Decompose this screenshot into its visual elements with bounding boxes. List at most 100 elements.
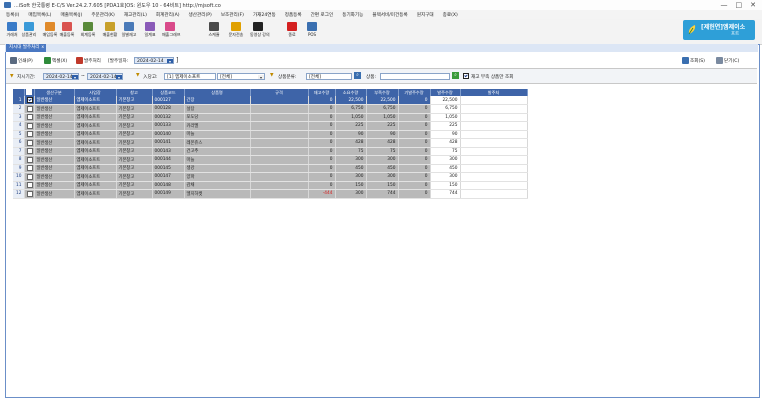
toolbar-button[interactable]: 매입등록	[42, 21, 58, 43]
column-header[interactable]: 부족수량	[366, 89, 399, 96]
column-header[interactable]: 규격	[250, 89, 309, 96]
table-row[interactable]: 8 일반생산 엠제이소프트 기본창고 000144 마늘 0 300 300 0 300	[13, 155, 528, 165]
row-checkbox[interactable]	[26, 165, 33, 171]
toolbar-button[interactable]: 스케쥴	[206, 21, 222, 43]
cell-vendor[interactable]	[460, 138, 528, 148]
cell-qty[interactable]: 6,750	[430, 104, 461, 114]
menu-item[interactable]: 간편 로그인	[311, 12, 334, 18]
row-checkbox[interactable]	[26, 190, 33, 197]
calendar-dropdown-icon[interactable]: ▾	[167, 58, 173, 63]
table-row[interactable]: 5 일반생산 엠제이소프트 기본창고 000140 마늘 0 90 90 0 90	[13, 130, 528, 139]
row-checkbox[interactable]	[26, 139, 33, 146]
menu-item[interactable]: 생산관리(P)	[189, 12, 212, 18]
cell-qty[interactable]: 90	[430, 130, 461, 139]
cell-qty[interactable]: 300	[430, 155, 461, 165]
toolbar-button[interactable]: 회계등록	[80, 21, 96, 43]
menu-item[interactable]: 재고관리(L)	[124, 12, 147, 18]
minimize-button[interactable]: —	[721, 1, 728, 9]
cell-vendor[interactable]	[460, 121, 528, 131]
toolbar-button[interactable]: 매출그래프	[162, 21, 180, 43]
close-button[interactable]: 닫기(C)	[716, 56, 739, 65]
toolbar-button[interactable]: 매출현황	[102, 21, 118, 43]
menu-item[interactable]: 매출목록(J)	[60, 12, 82, 18]
row-checkbox[interactable]	[26, 122, 33, 129]
table-row[interactable]: 2 일반생산 엠제이소프트 기본창고 000128 설탕 0 6,750 6,750 0 6,750	[13, 104, 528, 114]
table-row[interactable]: 10 일반생산 엠제이소프트 기본창고 000147 양파 0 300 300 0 300	[13, 172, 528, 182]
order-process-button[interactable]: 발주처리	[76, 56, 101, 65]
menu-item[interactable]: 플렉서비/미건등록	[372, 12, 407, 18]
toolbar-button[interactable]: 상품관리	[21, 21, 37, 43]
stock-shortage-checkbox[interactable]	[463, 73, 469, 80]
toolbar-button[interactable]: POS	[304, 21, 320, 43]
column-header[interactable]: 창고	[116, 89, 153, 96]
row-checkbox-cell[interactable]	[24, 96, 35, 105]
date-to-input[interactable]: 2024-02-14 ▾	[87, 73, 123, 80]
cell-qty[interactable]: 300	[430, 172, 461, 182]
table-row[interactable]: 9 일반생산 엠제이소프트 기본창고 000145 생강 0 450 450 0 450	[13, 164, 528, 173]
row-checkbox-cell[interactable]	[24, 104, 35, 114]
cell-qty[interactable]: 22,500	[430, 96, 461, 105]
table-row[interactable]: 1 일반생산 엠제이소프트 기본창고 000127 간장 0 22,500 22,500 0 22,…	[13, 96, 528, 105]
cell-vendor[interactable]	[460, 155, 528, 165]
cell-vendor[interactable]	[460, 164, 528, 173]
menu-item[interactable]: 정품등록	[285, 12, 302, 18]
toolbar-button[interactable]: 일계표	[142, 21, 158, 43]
menu-item[interactable]: 보조관리(F)	[221, 12, 244, 18]
menu-item[interactable]: 등록(I)	[6, 12, 19, 18]
row-checkbox-cell[interactable]	[24, 181, 35, 190]
tab-order-processing[interactable]: 지시대 발주처리 x	[6, 44, 46, 52]
row-checkbox-cell[interactable]	[24, 113, 35, 122]
column-header[interactable]: 상품코드	[152, 89, 185, 96]
vendor-dropdown-icon[interactable]: ▾	[258, 74, 264, 79]
table-row[interactable]: 3 일반생산 엠제이소프트 기본창고 000132 포도당 0 1,050 1,050 0 1,05…	[13, 113, 528, 122]
cell-vendor[interactable]	[460, 96, 528, 105]
column-header[interactable]	[13, 89, 25, 96]
table-row[interactable]: 11 일반생산 엠제이소프트 기본창고 000148 감채 0 150 150 0 150	[13, 181, 528, 190]
excel-button[interactable]: 엑셀(X)	[44, 56, 67, 65]
date-from-input[interactable]: 2024-02-14 ▾	[43, 73, 79, 80]
print-button[interactable]: 인쇄(P)	[10, 56, 33, 65]
column-header[interactable]: 사업장	[74, 89, 117, 96]
column-header[interactable]: 재고수량	[308, 89, 336, 96]
cell-vendor[interactable]	[460, 189, 528, 199]
row-checkbox[interactable]	[26, 96, 33, 103]
menu-item[interactable]: 주문관리(K)	[91, 12, 115, 18]
row-checkbox[interactable]	[26, 156, 33, 163]
row-checkbox[interactable]	[26, 105, 33, 112]
cell-vendor[interactable]	[460, 181, 528, 190]
table-row[interactable]: 7 일반생산 엠제이소프트 기본창고 000143 건고추 0 75 75 0 75	[13, 147, 528, 156]
menu-item[interactable]: 종료(X)	[443, 12, 458, 18]
column-header[interactable]: 발주수량	[430, 89, 461, 96]
category-search-icon[interactable]: ⌕	[354, 72, 361, 79]
row-checkbox[interactable]	[26, 173, 33, 180]
brand-logo[interactable]: [제헌연]엠제이소 프트	[683, 20, 755, 40]
menu-item[interactable]: 가재24연동	[253, 12, 276, 18]
row-checkbox[interactable]	[26, 148, 33, 154]
column-header[interactable]	[24, 89, 35, 96]
row-checkbox-cell[interactable]	[24, 189, 35, 199]
menu-item[interactable]: 동기화기능	[342, 12, 363, 18]
cell-qty[interactable]: 150	[430, 181, 461, 190]
row-checkbox-cell[interactable]	[24, 121, 35, 131]
table-row[interactable]: 4 일반생산 엠제이소프트 기본창고 000133 카라멜 0 225 225 0 225	[13, 121, 528, 131]
table-row[interactable]: 12 일반생산 엠제이소프트 기본창고 000149 엘지하켓 -444 300 744 0 744	[13, 189, 528, 199]
cell-qty[interactable]: 428	[430, 138, 461, 148]
menu-item[interactable]: 회계관리(A)	[156, 12, 180, 18]
cell-vendor[interactable]	[460, 130, 528, 139]
date-to-dropdown-icon[interactable]: ▾	[116, 74, 122, 79]
row-checkbox-cell[interactable]	[24, 155, 35, 165]
column-header[interactable]: 발주처	[460, 89, 528, 96]
category-select[interactable]: [전체]	[306, 73, 352, 80]
cell-vendor[interactable]	[460, 172, 528, 182]
column-header[interactable]: 상품명	[184, 89, 251, 96]
product-input[interactable]	[380, 73, 450, 80]
toolbar-button[interactable]: 거래처	[4, 21, 20, 43]
row-checkbox[interactable]	[26, 182, 33, 188]
cell-qty[interactable]: 450	[430, 164, 461, 173]
close-window-button[interactable]: ✕	[750, 1, 756, 9]
cell-vendor[interactable]	[460, 113, 528, 122]
search-button[interactable]: 조회(S)	[682, 56, 705, 65]
toolbar-button[interactable]: 종료	[284, 21, 300, 43]
maximize-button[interactable]: □	[736, 1, 743, 9]
menu-item[interactable]: 원지구대	[417, 12, 434, 18]
